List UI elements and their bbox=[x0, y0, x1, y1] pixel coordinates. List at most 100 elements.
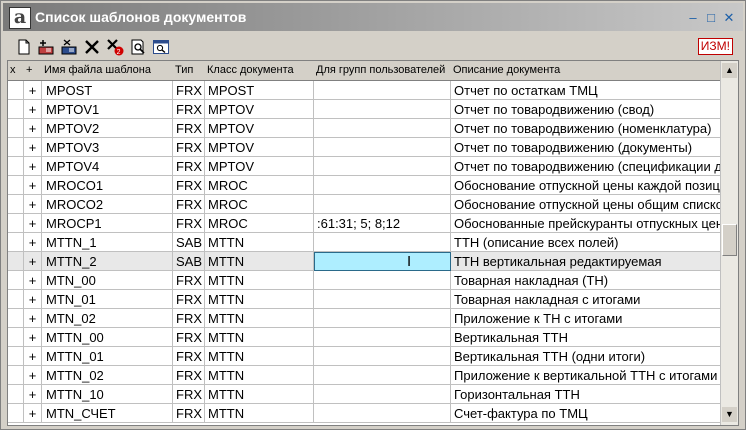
description-cell[interactable]: Приложение к ТН с итогами bbox=[451, 309, 720, 328]
type-cell[interactable]: FRX bbox=[173, 138, 205, 157]
class-cell[interactable]: MTTN bbox=[205, 271, 314, 290]
class-cell[interactable]: MTTN bbox=[205, 290, 314, 309]
type-cell[interactable]: FRX bbox=[173, 290, 205, 309]
description-cell[interactable]: ТТН (описание всех полей) bbox=[451, 233, 720, 252]
groups-cell[interactable] bbox=[314, 385, 451, 404]
plus-cell[interactable]: + bbox=[24, 271, 42, 290]
type-cell[interactable]: SAB bbox=[173, 252, 205, 271]
template-name-cell[interactable]: MTTN_00 bbox=[42, 328, 173, 347]
plus-cell[interactable]: + bbox=[24, 404, 42, 423]
delete-cell[interactable] bbox=[8, 290, 24, 309]
delete-cell[interactable] bbox=[8, 214, 24, 233]
col-header-delete[interactable]: х bbox=[8, 61, 24, 80]
description-cell[interactable]: Горизонтальная ТТН bbox=[451, 385, 720, 404]
class-cell[interactable]: MTTN bbox=[205, 366, 314, 385]
plus-cell[interactable]: + bbox=[24, 214, 42, 233]
copy-record-icon[interactable] bbox=[60, 38, 78, 56]
type-cell[interactable]: FRX bbox=[173, 157, 205, 176]
table-row[interactable]: + MTTN_10 FRX MTTN Горизонтальная ТТН bbox=[8, 385, 720, 404]
description-cell[interactable]: Счет-фактура по ТМЦ bbox=[451, 404, 720, 423]
table-row[interactable]: + MTTN_01 FRX MTTN Вертикальная ТТН (одн… bbox=[8, 347, 720, 366]
plus-cell[interactable]: + bbox=[24, 347, 42, 366]
template-name-cell[interactable]: MPTOV3 bbox=[42, 138, 173, 157]
table-row[interactable]: + MTN_00 FRX MTTN Товарная накладная (ТН… bbox=[8, 271, 720, 290]
groups-cell[interactable] bbox=[314, 157, 451, 176]
delete-cell[interactable] bbox=[8, 271, 24, 290]
table-row[interactable]: + MROCO1 FRX MROC Обоснование отпускной … bbox=[8, 176, 720, 195]
description-cell[interactable]: Отчет по товародвижению (свод) bbox=[451, 100, 720, 119]
description-cell[interactable]: Обоснованные прейскуранты отпускных цен bbox=[451, 214, 720, 233]
type-cell[interactable]: FRX bbox=[173, 385, 205, 404]
plus-cell[interactable]: + bbox=[24, 328, 42, 347]
class-cell[interactable]: MPOST bbox=[205, 81, 314, 100]
insert-record-icon[interactable] bbox=[37, 38, 55, 56]
description-cell[interactable]: Вертикальная ТТН (одни итоги) bbox=[451, 347, 720, 366]
class-cell[interactable]: MTTN bbox=[205, 252, 314, 271]
type-cell[interactable]: FRX bbox=[173, 81, 205, 100]
type-cell[interactable]: FRX bbox=[173, 271, 205, 290]
table-row[interactable]: + MTTN_02 FRX MTTN Приложение к вертикал… bbox=[8, 366, 720, 385]
delete-cell[interactable] bbox=[8, 385, 24, 404]
table-row[interactable]: + MTTN_1 SAB MTTN ТТН (описание всех пол… bbox=[8, 233, 720, 252]
selected-table-row[interactable]: + MTTN_2 SAB MTTN Ⅰ ТТН вертикальная ред… bbox=[8, 252, 720, 271]
template-name-cell[interactable]: MTTN_02 bbox=[42, 366, 173, 385]
template-name-cell[interactable]: MTTN_10 bbox=[42, 385, 173, 404]
col-header-class[interactable]: Класс документа bbox=[205, 61, 314, 80]
delete-cell[interactable] bbox=[8, 347, 24, 366]
template-name-cell[interactable]: MPOST bbox=[42, 81, 173, 100]
groups-cell[interactable] bbox=[314, 309, 451, 328]
groups-cell[interactable] bbox=[314, 328, 451, 347]
table-row[interactable]: + MPTOV1 FRX MPTOV Отчет по товародвижен… bbox=[8, 100, 720, 119]
template-name-cell[interactable]: MTN_00 bbox=[42, 271, 173, 290]
description-cell[interactable]: Товарная накладная (ТН) bbox=[451, 271, 720, 290]
col-header-name[interactable]: Имя файла шаблона bbox=[42, 61, 173, 80]
plus-cell[interactable]: + bbox=[24, 157, 42, 176]
groups-cell[interactable] bbox=[314, 404, 451, 423]
table-row[interactable]: + MROCO2 FRX MROC Обоснование отпускной … bbox=[8, 195, 720, 214]
type-cell[interactable]: FRX bbox=[173, 328, 205, 347]
delete-cell[interactable] bbox=[8, 119, 24, 138]
delete-cell[interactable] bbox=[8, 157, 24, 176]
type-cell[interactable]: FRX bbox=[173, 366, 205, 385]
table-row[interactable]: + MTN_02 FRX MTTN Приложение к ТН с итог… bbox=[8, 309, 720, 328]
type-cell[interactable]: FRX bbox=[173, 404, 205, 423]
groups-cell[interactable] bbox=[314, 271, 451, 290]
class-cell[interactable]: MROC bbox=[205, 214, 314, 233]
class-cell[interactable]: MPTOV bbox=[205, 119, 314, 138]
delete-cell[interactable] bbox=[8, 233, 24, 252]
groups-cell[interactable] bbox=[314, 347, 451, 366]
delete-cell[interactable] bbox=[8, 100, 24, 119]
class-cell[interactable]: MTTN bbox=[205, 309, 314, 328]
vertical-scrollbar[interactable]: ▲ ▼ bbox=[720, 61, 738, 425]
template-name-cell[interactable]: MPTOV1 bbox=[42, 100, 173, 119]
type-cell[interactable]: FRX bbox=[173, 119, 205, 138]
table-row[interactable]: + MTN_СЧЕТ FRX MTTN Счет-фактура по ТМЦ bbox=[8, 404, 720, 423]
groups-cell[interactable]: :61:31; 5; 8;12 bbox=[314, 214, 451, 233]
plus-cell[interactable]: + bbox=[24, 81, 42, 100]
type-cell[interactable]: SAB bbox=[173, 233, 205, 252]
delete-icon[interactable] bbox=[83, 38, 101, 56]
class-cell[interactable]: MTTN bbox=[205, 347, 314, 366]
col-header-groups[interactable]: Для групп пользователей bbox=[314, 61, 451, 80]
close-button[interactable]: ✕ bbox=[721, 10, 737, 25]
template-name-cell[interactable]: MPTOV2 bbox=[42, 119, 173, 138]
plus-cell[interactable]: + bbox=[24, 233, 42, 252]
scroll-thumb[interactable] bbox=[722, 224, 737, 256]
class-cell[interactable]: MTTN bbox=[205, 233, 314, 252]
table-row[interactable]: + MPTOV2 FRX MPTOV Отчет по товародвижен… bbox=[8, 119, 720, 138]
template-name-cell[interactable]: MTN_01 bbox=[42, 290, 173, 309]
delete-cell[interactable] bbox=[8, 328, 24, 347]
delete-all-icon[interactable]: 2 bbox=[106, 38, 124, 56]
delete-cell[interactable] bbox=[8, 138, 24, 157]
minimize-button[interactable]: – bbox=[685, 10, 701, 25]
table-row[interactable]: + MROCP1 FRX MROC :61:31; 5; 8;12 Обосно… bbox=[8, 214, 720, 233]
table-row[interactable]: + MPTOV3 FRX MPTOV Отчет по товародвижен… bbox=[8, 138, 720, 157]
template-name-cell[interactable]: MROCO2 bbox=[42, 195, 173, 214]
type-cell[interactable]: FRX bbox=[173, 309, 205, 328]
delete-cell[interactable] bbox=[8, 366, 24, 385]
col-header-type[interactable]: Тип bbox=[173, 61, 205, 80]
groups-cell[interactable] bbox=[314, 81, 451, 100]
plus-cell[interactable]: + bbox=[24, 119, 42, 138]
template-name-cell[interactable]: MTN_02 bbox=[42, 309, 173, 328]
plus-cell[interactable]: + bbox=[24, 252, 42, 271]
